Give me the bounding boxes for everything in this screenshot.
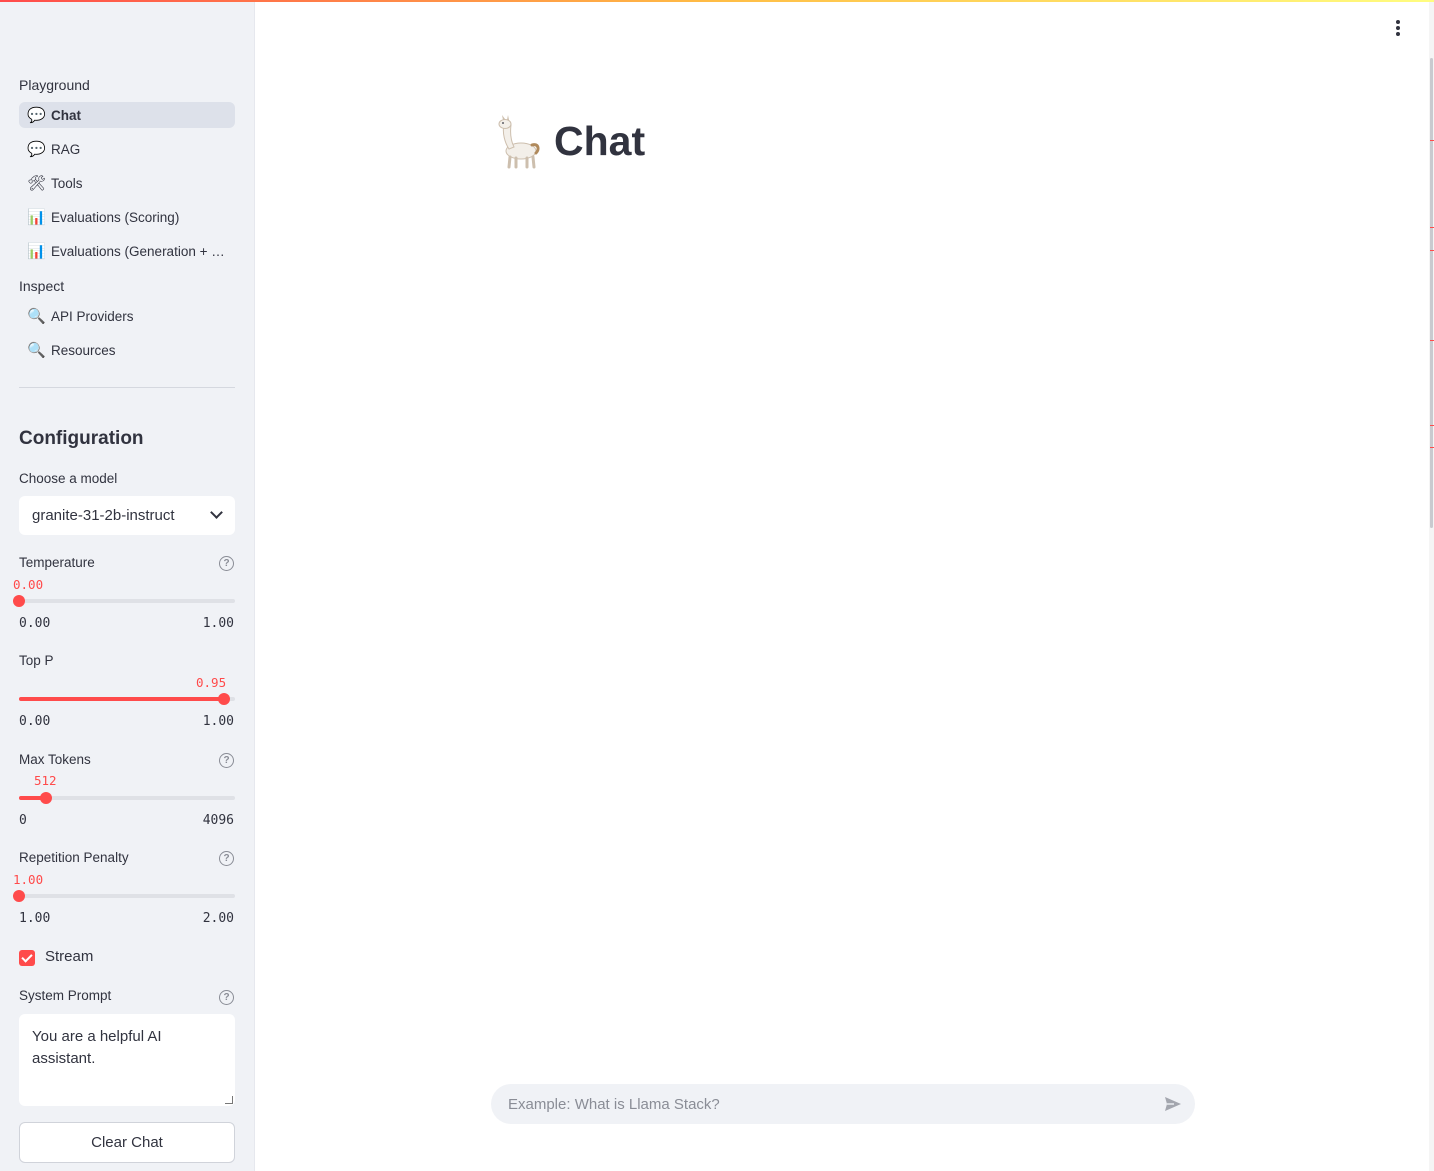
temperature-max: 1.00 bbox=[202, 616, 234, 631]
nav-item-label: Chat bbox=[51, 107, 81, 123]
slider-thumb[interactable] bbox=[13, 595, 25, 607]
chat-input-placeholder: Example: What is Llama Stack? bbox=[508, 1095, 720, 1113]
slider-thumb[interactable] bbox=[13, 890, 25, 902]
top-decoration-bar bbox=[0, 0, 1434, 2]
help-icon[interactable]: ? bbox=[219, 556, 234, 571]
max-tokens-label: Max Tokens bbox=[19, 752, 91, 767]
nav-item-evaluations-generation[interactable]: 📊 Evaluations (Generation + S... bbox=[19, 238, 235, 264]
page-title: Chat bbox=[492, 113, 645, 169]
max-tokens-max: 4096 bbox=[202, 813, 234, 828]
temperature-min: 0.00 bbox=[19, 616, 51, 631]
edge-marker bbox=[1430, 250, 1434, 251]
system-prompt-label: System Prompt bbox=[19, 988, 112, 1003]
help-icon[interactable]: ? bbox=[219, 753, 234, 768]
temperature-slider[interactable] bbox=[13, 595, 235, 607]
nav-item-label: Tools bbox=[51, 175, 83, 191]
nav-section-inspect: Inspect bbox=[19, 278, 65, 294]
top-p-value: 0.95 bbox=[196, 675, 227, 690]
repetition-penalty-min: 1.00 bbox=[19, 911, 51, 926]
system-prompt-textarea[interactable]: You are a helpful AI assistant. bbox=[19, 1014, 235, 1106]
edge-marker bbox=[1430, 447, 1434, 448]
nav-item-tools[interactable]: 🛠 Tools bbox=[19, 170, 235, 196]
max-tokens-value: 512 bbox=[34, 773, 57, 788]
repetition-penalty-slider[interactable] bbox=[13, 890, 235, 902]
bar-chart-icon: 📊 bbox=[27, 243, 46, 260]
clear-chat-button[interactable]: Clear Chat bbox=[19, 1122, 235, 1163]
chevron-down-icon bbox=[210, 506, 223, 519]
configuration-heading: Configuration bbox=[19, 428, 144, 449]
page-title-text: Chat bbox=[554, 117, 646, 164]
scrollbar[interactable] bbox=[1429, 0, 1434, 1171]
nav-section-playground: Playground bbox=[19, 77, 90, 93]
magnifier-icon: 🔍 bbox=[27, 308, 46, 325]
repetition-penalty-max: 2.00 bbox=[202, 911, 234, 926]
nav-item-label: API Providers bbox=[51, 308, 134, 324]
repetition-penalty-label: Repetition Penalty bbox=[19, 850, 129, 865]
more-options-icon[interactable] bbox=[1392, 20, 1404, 38]
nav-item-label: Evaluations (Generation + S... bbox=[51, 243, 227, 259]
llama-icon bbox=[498, 115, 540, 169]
sidebar: Playground 💬 Chat 💬 RAG 🛠 Tools 📊 Evalua… bbox=[0, 0, 255, 1171]
speech-bubble-icon: 💬 bbox=[27, 141, 46, 158]
top-p-max: 1.00 bbox=[202, 714, 234, 729]
help-icon[interactable]: ? bbox=[219, 851, 234, 866]
edge-marker bbox=[1430, 425, 1434, 426]
model-label: Choose a model bbox=[19, 471, 118, 486]
resize-handle-icon[interactable] bbox=[225, 1096, 233, 1104]
nav-item-label: Resources bbox=[51, 342, 116, 358]
tools-icon: 🛠 bbox=[27, 175, 47, 192]
chat-input[interactable]: Example: What is Llama Stack? bbox=[491, 1084, 1195, 1124]
nav-item-api-providers[interactable]: 🔍 API Providers bbox=[19, 303, 235, 329]
slider-fill bbox=[19, 697, 225, 701]
max-tokens-min: 0 bbox=[19, 813, 27, 828]
model-select-value: granite-31-2b-instruct bbox=[32, 507, 175, 524]
top-p-label: Top P bbox=[19, 653, 54, 668]
send-icon[interactable] bbox=[1163, 1094, 1183, 1114]
stream-checkbox[interactable] bbox=[19, 950, 35, 966]
nav-item-label: Evaluations (Scoring) bbox=[51, 209, 180, 225]
scrollbar-thumb[interactable] bbox=[1430, 58, 1433, 528]
magnifier-icon: 🔍 bbox=[27, 342, 46, 359]
top-p-slider[interactable] bbox=[19, 693, 235, 705]
slider-thumb[interactable] bbox=[218, 693, 231, 705]
temperature-label: Temperature bbox=[19, 555, 95, 570]
temperature-value: 0.00 bbox=[13, 577, 44, 592]
edge-marker bbox=[1430, 227, 1434, 228]
speech-bubble-icon: 💬 bbox=[27, 107, 46, 124]
model-select[interactable]: granite-31-2b-instruct bbox=[19, 496, 235, 535]
nav-item-evaluations-scoring[interactable]: 📊 Evaluations (Scoring) bbox=[19, 204, 235, 230]
nav-item-rag[interactable]: 💬 RAG bbox=[19, 136, 235, 162]
top-p-min: 0.00 bbox=[19, 714, 51, 729]
nav-item-chat[interactable]: 💬 Chat bbox=[19, 102, 235, 128]
repetition-penalty-value: 1.00 bbox=[13, 872, 44, 887]
slider-thumb[interactable] bbox=[40, 792, 52, 804]
nav-item-resources[interactable]: 🔍 Resources bbox=[19, 337, 235, 363]
bar-chart-icon: 📊 bbox=[27, 209, 46, 226]
max-tokens-slider[interactable] bbox=[19, 792, 235, 804]
nav-item-label: RAG bbox=[51, 141, 81, 157]
edge-marker bbox=[1430, 340, 1434, 341]
help-icon[interactable]: ? bbox=[219, 990, 234, 1005]
edge-marker bbox=[1430, 140, 1434, 141]
sidebar-divider bbox=[19, 387, 235, 388]
stream-label: Stream bbox=[45, 948, 94, 965]
system-prompt-text: You are a helpful AI assistant. bbox=[32, 1028, 162, 1067]
